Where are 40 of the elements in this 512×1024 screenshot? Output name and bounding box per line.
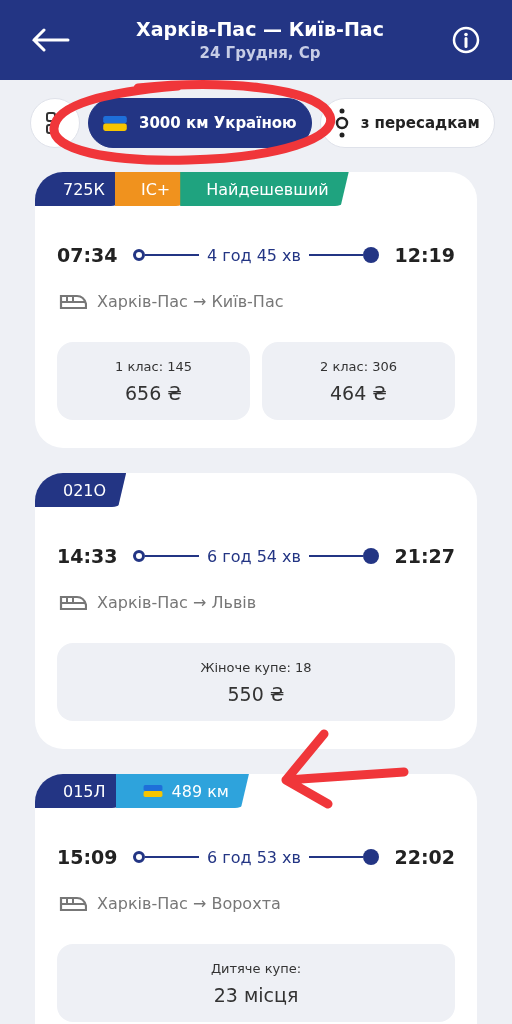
trip-duration: 4 год 45 хв [207,245,301,265]
transfer-icon [334,108,349,138]
arrival-dot [362,247,379,263]
fare-option[interactable]: Жіноче купе: 18 550 ₴ [57,643,455,721]
filter-chip[interactable]: 3000 км Україною [88,98,312,148]
route-text: Харків-Пас → Львів [97,593,257,612]
train-card[interactable]: 021О 14:33 6 год 54 хв 21:27 Харків-Пас → Львів Жіноче купе: 18 550 ₴ [35,473,477,749]
route-text: Харків-Пас → Київ-Пас [97,292,284,311]
arrival-time: 22:02 [394,846,455,868]
departure-dot [133,550,146,562]
arrival-time: 21:27 [394,545,455,567]
train-tag: 489 км [115,774,249,808]
arrival-time: 12:19 [394,244,455,266]
arrival-dot [362,849,379,865]
departure-dot [133,249,146,261]
flag-icon [103,115,127,131]
fare-option[interactable]: 1 клас: 145 656 ₴ [57,342,250,420]
arrival-dot [362,548,379,564]
departure-time: 14:33 [57,545,118,567]
train-icon [59,293,87,310]
fare-option[interactable]: 2 клас: 306 464 ₴ [262,342,455,420]
trip-duration: 6 год 54 хв [207,546,301,566]
train-icon [59,594,87,611]
departure-time: 15:09 [57,846,118,868]
date-subtitle: 24 Грудня, Ср [199,44,321,62]
flag-icon [141,785,164,797]
train-tag: 021О [35,473,127,507]
trip-duration: 6 год 53 хв [207,847,301,867]
departure-time: 07:34 [57,244,118,266]
fare-option[interactable]: Дитяче купе: 23 місця [57,944,455,1022]
info-button[interactable] [450,24,482,56]
train-tag: Найдешевший [180,172,349,206]
route-title: Харків-Пас — Київ-Пас [136,18,384,40]
route-text: Харків-Пас → Ворохта [97,894,281,913]
train-card[interactable]: 725К IC+ Найдешевший 07:34 4 год 45 хв 12:19 Харків-Пас → Київ-Пас 1 клас: 145 656 ₴ 2 клас: 306 464 ₴ [35,172,477,448]
train-icon [59,895,87,912]
back-button[interactable] [30,28,70,52]
departure-dot [133,851,146,863]
filter-chip[interactable]: з пересадкам [319,98,495,148]
train-card[interactable]: 015Л 489 км 15:09 6 год 53 хв 22:02 Харків-Пас → Ворохта Дитяче купе: 23 місця [35,774,477,1024]
